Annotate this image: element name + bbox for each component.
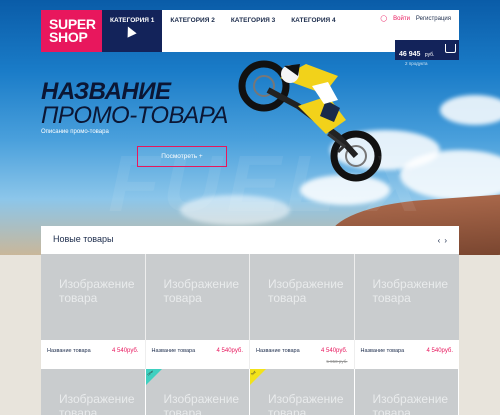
- category-menu: Категория 1 Категория 2 Категория 3 Кате…: [102, 10, 344, 52]
- product-card[interactable]: Изображение товара Название товара 4 540…: [145, 254, 250, 369]
- cloud: [440, 95, 500, 125]
- product-info: Название товара 4 540руб.: [355, 340, 460, 369]
- badge-label: hot: [250, 369, 257, 377]
- next-arrow-icon[interactable]: ›: [444, 236, 447, 245]
- product-name: Название товара: [47, 348, 91, 354]
- product-image: Изображение товара: [59, 392, 135, 415]
- product-name: Название товара: [256, 348, 300, 354]
- logo[interactable]: SUPER SHOP: [41, 10, 102, 52]
- view-promo-button[interactable]: Посмотреть +: [137, 146, 227, 167]
- product-name: Название товара: [151, 348, 196, 354]
- logo-line2: SHOP: [49, 29, 88, 45]
- promo-title-line2: ПРОМО-ТОВАРА: [41, 102, 228, 129]
- cart-icon: [445, 44, 456, 53]
- product-name: Название товара: [360, 348, 405, 354]
- new-badge: new: [145, 369, 162, 385]
- product-image: Изображение товара: [354, 254, 459, 340]
- product-old-price: 5 950 руб.: [326, 359, 348, 364]
- product-price: 4 540руб.: [426, 348, 453, 354]
- category-item-2[interactable]: Категория 2: [162, 10, 222, 31]
- category-item-3[interactable]: Категория 3: [223, 10, 283, 31]
- product-card[interactable]: Изображение товара: [354, 369, 459, 415]
- product-image: Изображение товара: [372, 392, 449, 415]
- register-link[interactable]: Регистрация: [416, 16, 451, 22]
- product-image: Изображение товара: [145, 254, 249, 340]
- login-link[interactable]: Войти: [393, 16, 410, 22]
- badge-label: new: [145, 369, 154, 377]
- promo-title-line1: НАЗВАНИЕ: [41, 78, 171, 105]
- product-image: Изображение товара: [250, 254, 354, 340]
- product-card[interactable]: Изображение товара Название товара 4 540…: [250, 254, 355, 369]
- product-info: Название товара 4 540руб.: [146, 340, 250, 369]
- promo-description: Описание промо-товара: [41, 129, 109, 135]
- product-card[interactable]: new Изображение товара: [145, 369, 250, 415]
- prev-arrow-icon[interactable]: ‹: [438, 236, 441, 245]
- product-image: Изображение товара: [41, 254, 145, 340]
- user-icon: ◯: [380, 16, 388, 22]
- hot-badge: hot: [250, 369, 266, 385]
- cart-widget[interactable]: 46 945 руб. 2 продукта: [395, 40, 459, 66]
- product-card[interactable]: hot Изображение товара: [250, 369, 355, 415]
- cart-count: 2 продукта: [405, 61, 428, 66]
- product-price: 4 540руб.: [216, 348, 243, 354]
- product-grid: Изображение товара Название товара 4 540…: [41, 254, 459, 369]
- new-products-panel: Новые товары ‹ › Изображение товара Назв…: [41, 226, 459, 415]
- product-info: Название товара 4 540руб.: [41, 340, 145, 369]
- cart-sum: 46 945: [399, 51, 421, 58]
- product-info: Название товара 4 540руб.: [250, 340, 354, 369]
- product-grid-row2: Изображение товара new Изображение товар…: [41, 369, 459, 415]
- product-price: 4 540руб.: [112, 348, 139, 354]
- category-item-4[interactable]: Категория 4: [283, 10, 343, 31]
- product-card[interactable]: Изображение товара: [41, 369, 146, 415]
- section-title: Новые товары: [53, 234, 114, 244]
- auth-links: ◯ Войти Регистрация: [380, 15, 451, 23]
- top-navigation: SUPER SHOP Категория 1 Категория 2 Катег…: [41, 10, 459, 66]
- product-card[interactable]: Изображение товара Название товара 4 540…: [41, 254, 146, 369]
- cart-currency: руб.: [424, 52, 435, 58]
- product-card[interactable]: Изображение товара Название товара 4 540…: [354, 254, 460, 369]
- carousel-arrows: ‹ ›: [438, 236, 447, 245]
